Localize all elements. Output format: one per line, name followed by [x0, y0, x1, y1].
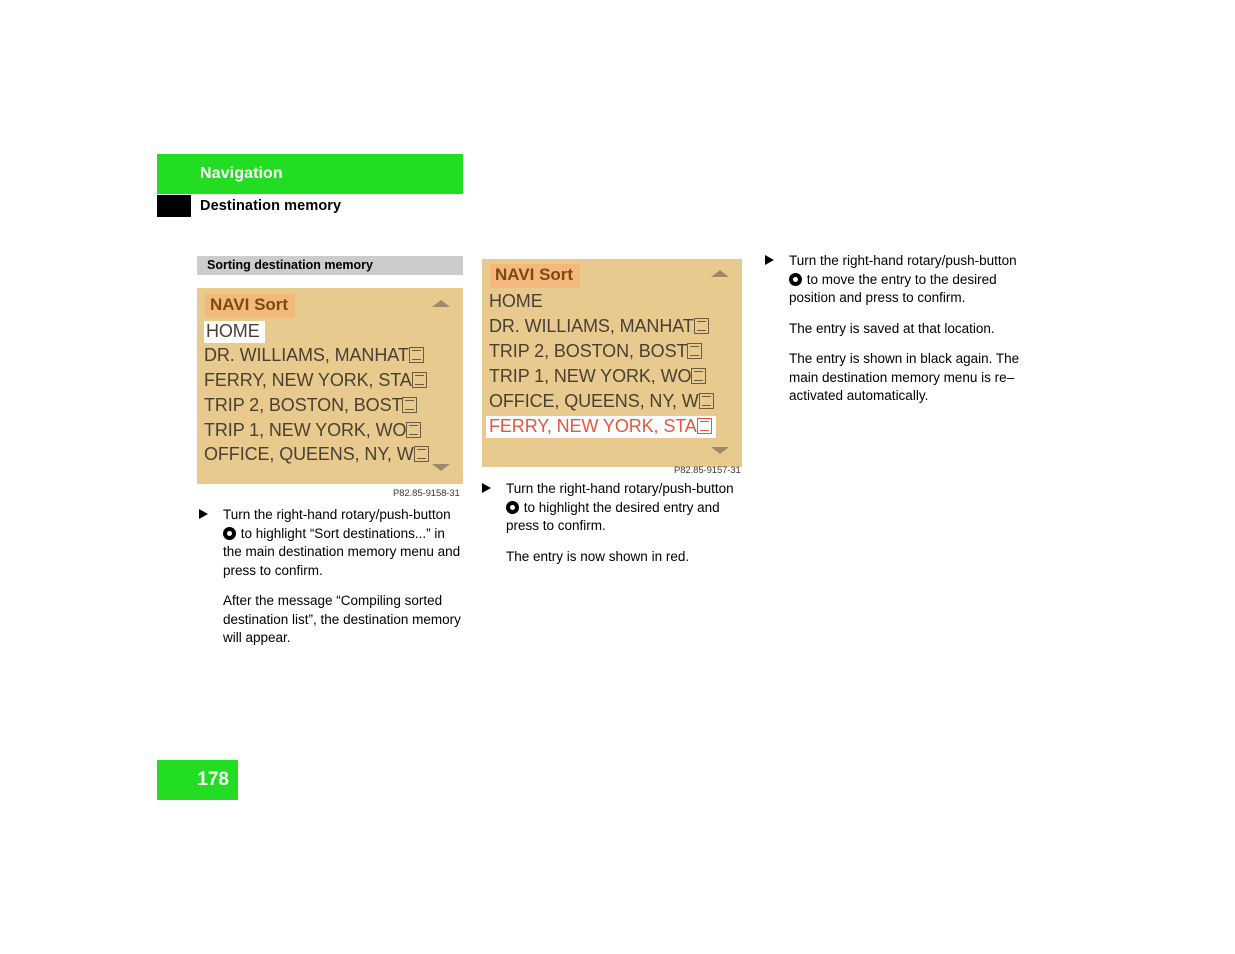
- instruction-text: Turn the right-hand rotary/push-button t…: [223, 506, 467, 580]
- chevron-down-icon[interactable]: [432, 464, 450, 471]
- instruction-text: Turn the right-hand rotary/push-button t…: [506, 480, 750, 536]
- triangle-bullet-icon: [765, 255, 774, 265]
- note-text: The entry is shown in black again. The m…: [789, 351, 1020, 403]
- figure-caption: P82.85-9157-31: [674, 465, 741, 476]
- list-item[interactable]: OFFICE, QUEENS, NY, W: [204, 444, 429, 465]
- list-item-label: TRIP 2, BOSTON, BOST: [489, 341, 688, 361]
- entry-truncated-icon: [406, 422, 422, 438]
- list-item-label: FERRY, NEW YORK, STA: [489, 416, 697, 436]
- instruction-step: Turn the right-hand rotary/push-button t…: [761, 252, 1033, 308]
- instruction-line-2: to move the entry to the desired positio…: [789, 271, 997, 306]
- note-paragraph: The entry is now shown in red.: [478, 548, 750, 567]
- subsection-title: Sorting destination memory: [207, 258, 373, 272]
- entry-truncated-icon: [411, 372, 427, 388]
- instruction-step: Turn the right-hand rotary/push-button t…: [478, 480, 750, 536]
- list-item-label: OFFICE, QUEENS, NY, W: [489, 391, 699, 411]
- rotary-push-button-icon: [223, 526, 236, 540]
- instruction-line-1: Turn the right-hand rotary/push-button: [223, 507, 451, 522]
- instruction-line-1: Turn the right-hand rotary/push-button: [506, 481, 734, 496]
- section-title: Destination memory: [200, 198, 342, 214]
- instruction-line-1: Turn the right-hand rotary/push-button: [789, 253, 1017, 268]
- list-item[interactable]: TRIP 1, NEW YORK, WO: [489, 366, 707, 387]
- list-item-label: HOME: [206, 321, 260, 341]
- list-item-label: TRIP 2, BOSTON, BOST: [204, 395, 403, 415]
- list-item[interactable]: DR. WILLIAMS, MANHAT: [204, 345, 424, 366]
- entry-truncated-icon: [413, 446, 429, 462]
- chevron-up-icon[interactable]: [711, 270, 729, 277]
- entry-truncated-icon: [698, 393, 714, 409]
- navi-screen-title: NAVI Sort: [205, 294, 296, 318]
- navi-screen-after-select: NAVI Sort HOME DR. WILLIAMS, MANHAT TRIP…: [482, 259, 742, 467]
- list-item-label: HOME: [489, 291, 543, 311]
- list-item[interactable]: TRIP 2, BOSTON, BOST: [204, 395, 418, 416]
- subsection-heading-bar: Sorting destination memory: [197, 256, 463, 275]
- right-column-text: Turn the right-hand rotary/push-button t…: [761, 252, 1033, 418]
- note-paragraph: The entry is shown in black again. The m…: [761, 350, 1033, 406]
- list-item[interactable]: TRIP 1, NEW YORK, WO: [204, 420, 422, 441]
- rotary-push-button-icon: [789, 272, 802, 286]
- chapter-header-bar: Navigation: [157, 154, 463, 194]
- entry-truncated-icon: [691, 368, 707, 384]
- middle-column-text: Turn the right-hand rotary/push-button t…: [478, 480, 750, 578]
- list-item[interactable]: HOME: [204, 321, 265, 343]
- navi-screen-before-sort: NAVI Sort HOME DR. WILLIAMS, MANHAT FERR…: [197, 288, 463, 484]
- triangle-bullet-icon: [482, 483, 491, 493]
- entry-truncated-icon: [687, 343, 703, 359]
- section-header: Destination memory: [157, 195, 463, 221]
- chapter-title: Navigation: [200, 165, 283, 182]
- page-number: 178: [197, 769, 229, 790]
- chevron-down-icon[interactable]: [711, 447, 729, 454]
- list-item-label: TRIP 1, NEW YORK, WO: [489, 366, 692, 386]
- note-text: The entry is now shown in red.: [506, 548, 690, 564]
- entry-truncated-icon: [693, 318, 709, 334]
- note-paragraph: After the message “Compiling sorted dest…: [195, 592, 467, 648]
- entry-truncated-icon: [402, 397, 418, 413]
- list-item-label: TRIP 1, NEW YORK, WO: [204, 420, 407, 440]
- note-paragraph: The entry is saved at that location.: [761, 320, 1033, 339]
- list-item[interactable]: TRIP 2, BOSTON, BOST: [489, 341, 703, 362]
- instruction-line-2: to highlight “Sort destinations...” in t…: [223, 525, 461, 578]
- note-text: The entry is saved at that location.: [789, 320, 995, 336]
- list-item[interactable]: OFFICE, QUEENS, NY, W: [489, 391, 714, 412]
- list-item-label: OFFICE, QUEENS, NY, W: [204, 444, 414, 464]
- section-color-swatch: [157, 195, 191, 217]
- rotary-push-button-icon: [506, 500, 519, 514]
- figure-caption: P82.85-9158-31: [393, 488, 460, 499]
- list-item[interactable]: DR. WILLIAMS, MANHAT: [489, 316, 709, 337]
- list-item-label: DR. WILLIAMS, MANHAT: [489, 316, 694, 336]
- entry-truncated-icon: [696, 418, 712, 434]
- instruction-step: Turn the right-hand rotary/push-button t…: [195, 506, 467, 580]
- chevron-up-icon[interactable]: [432, 300, 450, 307]
- instruction-line-2: to highlight the desired entry and press…: [506, 499, 720, 534]
- list-item[interactable]: HOME: [489, 291, 543, 312]
- navi-screen-title: NAVI Sort: [490, 264, 581, 288]
- list-item-selected[interactable]: FERRY, NEW YORK, STA: [486, 416, 716, 438]
- instruction-text: Turn the right-hand rotary/push-button t…: [789, 252, 1033, 308]
- page-number-badge: 178: [157, 760, 238, 800]
- list-item-label: DR. WILLIAMS, MANHAT: [204, 345, 409, 365]
- list-item[interactable]: FERRY, NEW YORK, STA: [204, 370, 427, 391]
- list-item-label: FERRY, NEW YORK, STA: [204, 370, 412, 390]
- entry-truncated-icon: [408, 347, 424, 363]
- left-column-text: Turn the right-hand rotary/push-button t…: [195, 506, 467, 660]
- triangle-bullet-icon: [199, 509, 208, 519]
- note-text: After the message “Compiling sorted dest…: [223, 593, 461, 645]
